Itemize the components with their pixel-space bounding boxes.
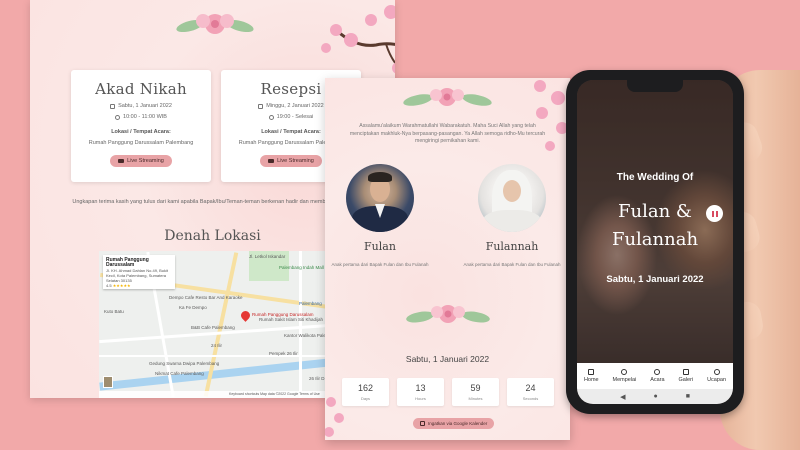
event-title: Akad Nikah <box>95 80 187 98</box>
groom-photo <box>346 164 414 232</box>
map-label: 24 Ilir <box>211 343 223 348</box>
phone-device: The Wedding Of Fulan & Fulannah Sabtu, 1… <box>566 70 744 414</box>
floral-decoration-icon <box>403 88 492 106</box>
location-address: Rumah Panggung Darussalam Palembang <box>88 140 194 146</box>
map-label: Palembang Indah Mall <box>279 265 324 270</box>
map-label: Jl. Letkol Iskandar <box>249 254 286 259</box>
event-time: 19:00 - Selesai <box>276 114 314 120</box>
location-label: Lokasi / Tempat Acara: <box>111 129 171 135</box>
location-pin-icon <box>654 369 661 375</box>
map-label: Gedung Swarna Dwipa Palembang <box>149 361 220 366</box>
floral-decoration-icon <box>176 14 254 34</box>
image-icon <box>682 369 689 375</box>
nav-label: Home <box>583 377 599 383</box>
calendar-icon <box>258 103 264 109</box>
countdown-value: 24 <box>525 383 536 393</box>
bride-name: Fulannah <box>485 240 539 253</box>
map-pin-label: Rumah Panggung Darussalam <box>252 312 314 317</box>
floral-decoration-icon <box>406 305 490 323</box>
nav-label: Mempelai <box>612 377 637 383</box>
countdown-value: 59 <box>470 383 481 393</box>
nav-label: Ucapan <box>707 377 727 383</box>
map-label: Dempo Cafe Resto Bar And Karaoke <box>169 295 243 300</box>
back-icon[interactable]: ◀ <box>620 393 625 401</box>
camera-icon <box>118 159 125 163</box>
map-label: Kuto Batu <box>104 309 124 314</box>
bottom-nav: Home Mempelai Acara Galeri Ucapan <box>577 363 733 389</box>
calendar-label: Ingatkan via Google Kalender <box>428 421 488 426</box>
cherry-branch-icon <box>321 5 395 74</box>
map-label: Rumah Sakit Islam Siti Khadijah <box>259 317 324 322</box>
music-pause-button[interactable] <box>706 205 723 222</box>
event-time-row: 10:00 - 11:00 WIB <box>71 114 211 120</box>
event-time: 10:00 - 11:00 WIB <box>123 114 167 120</box>
map-label: Pempek 26 Ilir <box>269 351 298 356</box>
nav-label: Acara <box>650 377 665 383</box>
bride-photo <box>478 164 546 232</box>
wedding-of-title: The Wedding Of <box>616 172 694 183</box>
rating-stars-icon: ★★★★★ <box>112 283 131 288</box>
live-streaming-label: Live Streaming <box>127 158 164 164</box>
countdown-unit: Hours <box>415 396 426 401</box>
cherry-blossom-icon <box>534 80 568 151</box>
bride-parents: Anak pertama dari Bapak Fulan dan Ibu Fu… <box>463 262 561 267</box>
event-date-row: Sabtu, 1 Januari 2022 <box>71 103 211 109</box>
chat-bubble-icon <box>713 369 720 375</box>
nav-mempelai[interactable]: Mempelai <box>612 363 637 389</box>
camera-icon <box>268 159 275 163</box>
map-pin-icon[interactable] <box>239 309 252 322</box>
map-label: Nikmat Cafe Palembang <box>155 371 204 376</box>
place-rating: 4.5 <box>106 283 112 288</box>
system-nav-bar: ◀ ● ■ <box>577 389 733 404</box>
cherry-blossom-icon <box>325 397 344 437</box>
pause-icon <box>711 210 718 217</box>
countdown-seconds: 24 Seconds <box>507 378 554 406</box>
nav-acara[interactable]: Acara <box>650 363 665 389</box>
countdown-minutes: 59 Minutes <box>452 378 499 406</box>
live-streaming-button[interactable]: Live Streaming <box>110 155 172 167</box>
location-map[interactable]: Palembang Indah Mall Dempo Cafe Resto Ba… <box>99 251 359 398</box>
clock-icon <box>268 114 274 120</box>
map-label: Ka Fe Dempo <box>179 305 207 310</box>
live-streaming-button[interactable]: Live Streaming <box>260 155 322 167</box>
street-view-icon[interactable] <box>103 376 113 388</box>
wedding-date: Sabtu, 1 Januari 2022 <box>405 354 490 364</box>
phone-screen: The Wedding Of Fulan & Fulannah Sabtu, 1… <box>577 80 733 404</box>
phone-notch <box>627 80 683 92</box>
countdown-unit: Seconds <box>522 396 539 401</box>
nav-home[interactable]: Home <box>584 363 599 389</box>
google-calendar-button[interactable]: Ingatkan via Google Kalender <box>413 418 495 429</box>
calendar-icon <box>420 421 425 426</box>
akad-nikah-card: Akad Nikah Sabtu, 1 Januari 2022 10:00 -… <box>71 70 211 182</box>
countdown-unit: Minutes <box>468 396 483 401</box>
nav-ucapan[interactable]: Ucapan <box>707 363 726 389</box>
event-date: Sabtu, 1 Januari 2022 <box>118 103 172 109</box>
greeting-text: Assalamu'alaikum Warahmatullahi Wabaraka… <box>349 123 546 144</box>
map-footer: Keyboard shortcuts Map data ©2022 Google… <box>99 391 359 398</box>
map-label: Palembang <box>299 301 322 306</box>
countdown-hours: 13 Hours <box>397 378 444 406</box>
groom-parents: Anak pertama dari Bapak Fulan dan Ibu Fu… <box>331 262 429 267</box>
home-icon <box>588 369 595 375</box>
calendar-icon <box>110 103 116 109</box>
place-address: Jl. KH. Ahmad Dahlan No.49, Bukit Kecil,… <box>106 268 169 283</box>
place-name: Rumah Panggung Darussalam <box>106 257 149 268</box>
clock-icon <box>115 114 121 120</box>
couple-names-line2: Fulannah <box>611 229 699 250</box>
nav-galeri[interactable]: Galeri <box>678 363 694 389</box>
countdown-value: 13 <box>415 383 426 393</box>
live-streaming-label: Live Streaming <box>277 158 314 164</box>
map-label: B&B Cafe Palembang <box>191 325 235 330</box>
phone-wedding-date: Sabtu, 1 Januari 2022 <box>606 274 704 285</box>
map-place-card[interactable]: Rumah Panggung Darussalam Jl. KH. Ahmad … <box>103 255 175 289</box>
groom-name: Fulan <box>364 240 396 253</box>
event-date: Minggu, 2 Januari 2022 <box>266 103 324 109</box>
recents-icon[interactable]: ■ <box>686 393 690 400</box>
nav-label: Galeri <box>678 377 694 383</box>
heart-icon <box>621 369 628 375</box>
home-button-icon[interactable]: ● <box>653 393 657 400</box>
countdown: 162 Days 13 Hours 59 Minutes 24 Seconds <box>342 378 554 406</box>
couple-page: Assalamu'alaikum Warahmatullahi Wabaraka… <box>325 78 570 440</box>
